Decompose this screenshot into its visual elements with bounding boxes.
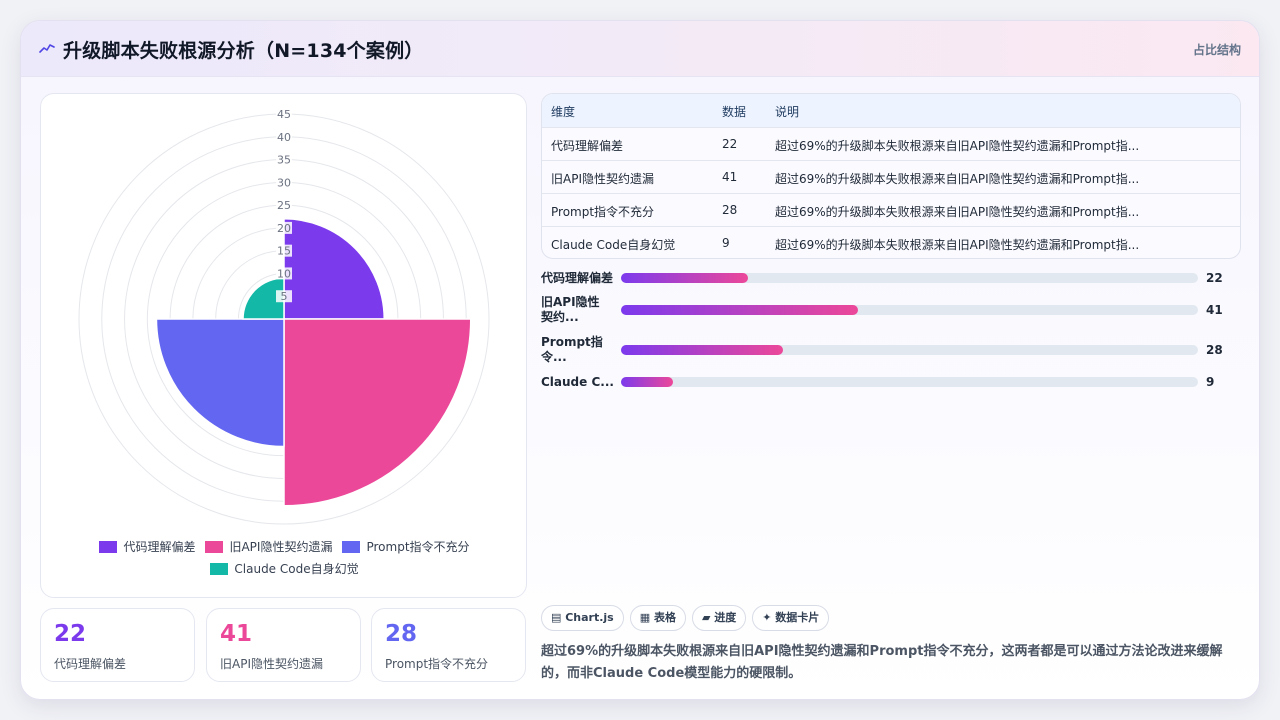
chip-table[interactable]: ▦ 表格: [629, 605, 686, 631]
tick-label: 5: [281, 290, 288, 303]
table-cell: 超过69%的升级脚本失败根源来自旧API隐性契约遗漏和Prompt指...: [775, 172, 1140, 186]
summary-text: 超过69%的升级脚本失败根源来自旧API隐性契约遗漏和Prompt指令不充分，这…: [541, 644, 1223, 681]
column-header: 数据: [722, 105, 747, 119]
tick-label: 10: [277, 267, 291, 280]
stat-value: 22: [54, 621, 87, 647]
table-cell: 28: [722, 203, 738, 217]
chip-chartjs[interactable]: ▤ Chart.js: [541, 605, 624, 631]
page-title: 升级脚本失败根源分析（N=134个案例）: [63, 40, 424, 62]
progress-label: 代码理解偏差: [541, 271, 614, 285]
legend-label: 旧API隐性契约遗漏: [229, 540, 333, 554]
table-cell: 超过69%的升级脚本失败根源来自旧API隐性契约遗漏和Prompt指...: [775, 205, 1140, 219]
table-cell: 代码理解偏差: [551, 139, 624, 153]
progress-value: 28: [1206, 343, 1223, 357]
legend-item[interactable]: Claude Code自身幻觉: [210, 558, 359, 580]
analysis-card: 升级脚本失败根源分析（N=134个案例） 占比结构 5 10 15 20 25 30 35 4…: [20, 20, 1260, 700]
structure-label: 占比结构: [1192, 43, 1241, 57]
progress-track: [621, 377, 1198, 387]
polar-slice[interactable]: [283, 318, 472, 507]
progress-value: 22: [1206, 271, 1223, 285]
tick-label: 30: [277, 176, 291, 189]
table-header-row: 维度 数据 说明: [542, 94, 1240, 127]
table-cell: Prompt指令不充分: [551, 205, 655, 219]
stat-card: 28 Prompt指令不充分: [371, 608, 526, 682]
progress-value: 9: [1206, 375, 1215, 389]
table-cell: 超过69%的升级脚本失败根源来自旧API隐性契约遗漏和Prompt指...: [775, 139, 1140, 153]
polar-area-chart: 5 10 15 20 25 30 35 40 45: [78, 108, 490, 525]
table-cell: 9: [722, 236, 730, 250]
polar-chart-panel: 5 10 15 20 25 30 35 40 45 代码理解偏差 旧API隐性契约遗漏 Prompt…: [40, 93, 527, 598]
card-header: 升级脚本失败根源分析（N=134个案例） 占比结构: [21, 21, 1259, 77]
legend-swatch: [342, 541, 361, 553]
chip-data-cards[interactable]: ✦ 数据卡片: [752, 605, 830, 631]
tick-label: 15: [277, 245, 291, 258]
progress-list: 代码理解偏差 22 旧API隐性契约... 41 Prompt指令... 28 …: [541, 269, 1241, 399]
progress-label: 旧API隐性契约...: [541, 295, 600, 324]
table-cell: 旧API隐性契约遗漏: [551, 172, 654, 186]
legend-item[interactable]: 旧API隐性契约遗漏: [205, 536, 332, 558]
table-row: Claude Code自身幻觉 9 超过69%的升级脚本失败根源来自旧API隐性…: [542, 226, 1240, 258]
stat-label: Prompt指令不充分: [385, 657, 489, 671]
chip-bar: ▤ Chart.js ▦ 表格 ▰ 进度 ✦ 数据卡片: [541, 605, 835, 631]
tick-label: 20: [277, 222, 291, 235]
table-row: Prompt指令不充分 28 超过69%的升级脚本失败根源来自旧API隐性契约遗…: [542, 193, 1240, 226]
tick-label: 45: [277, 108, 291, 121]
legend-item[interactable]: Prompt指令不充分: [342, 536, 470, 558]
tick-label: 40: [277, 131, 291, 144]
stat-value: 28: [385, 621, 418, 647]
data-table: 维度 数据 说明 代码理解偏差 22 超过69%的升级脚本失败根源来自旧API隐…: [541, 93, 1241, 259]
legend-label: 代码理解偏差: [123, 540, 196, 554]
progress-fill: [621, 345, 783, 355]
progress-track: [621, 345, 1198, 355]
table-row: 旧API隐性契约遗漏 41 超过69%的升级脚本失败根源来自旧API隐性契约遗漏…: [542, 160, 1240, 193]
polar-slice[interactable]: [155, 318, 285, 448]
progress-track: [621, 273, 1198, 283]
progress-fill: [621, 377, 673, 387]
table-cell: Claude Code自身幻觉: [551, 238, 676, 252]
legend-swatch: [205, 541, 224, 553]
progress-fill: [621, 273, 748, 283]
progress-fill: [621, 305, 858, 315]
stat-value: 41: [220, 621, 253, 647]
tick-label: 25: [277, 199, 291, 212]
stat-card: 22 代码理解偏差: [40, 608, 195, 682]
polar-slice[interactable]: [283, 218, 385, 320]
table-cell: 超过69%的升级脚本失败根源来自旧API隐性契约遗漏和Prompt指...: [775, 238, 1140, 252]
table-cell: 22: [722, 137, 738, 151]
table-cell: 41: [722, 170, 738, 184]
stat-card: 41 旧API隐性契约遗漏: [206, 608, 361, 682]
chart-legend: 代码理解偏差 旧API隐性契约遗漏 Prompt指令不充分 Claude Code自身…: [41, 536, 528, 580]
stat-label: 旧API隐性契约遗漏: [220, 657, 323, 671]
legend-item[interactable]: 代码理解偏差: [99, 536, 195, 558]
sparkline-icon: [39, 44, 55, 53]
legend-label: Prompt指令不充分: [366, 540, 470, 554]
tick-label: 35: [277, 154, 291, 167]
progress-track: [621, 305, 1198, 315]
progress-label: Claude C...: [541, 375, 614, 389]
table-row: 代码理解偏差 22 超过69%的升级脚本失败根源来自旧API隐性契约遗漏和Pro…: [542, 127, 1240, 160]
stat-label: 代码理解偏差: [54, 657, 127, 671]
column-header: 说明: [775, 105, 800, 119]
column-header: 维度: [551, 105, 576, 119]
legend-swatch: [210, 563, 229, 575]
legend-swatch: [99, 541, 118, 553]
legend-label: Claude Code自身幻觉: [234, 562, 359, 576]
progress-value: 41: [1206, 303, 1223, 317]
chip-progress[interactable]: ▰ 进度: [691, 605, 747, 631]
progress-label: Prompt指令...: [541, 335, 603, 364]
